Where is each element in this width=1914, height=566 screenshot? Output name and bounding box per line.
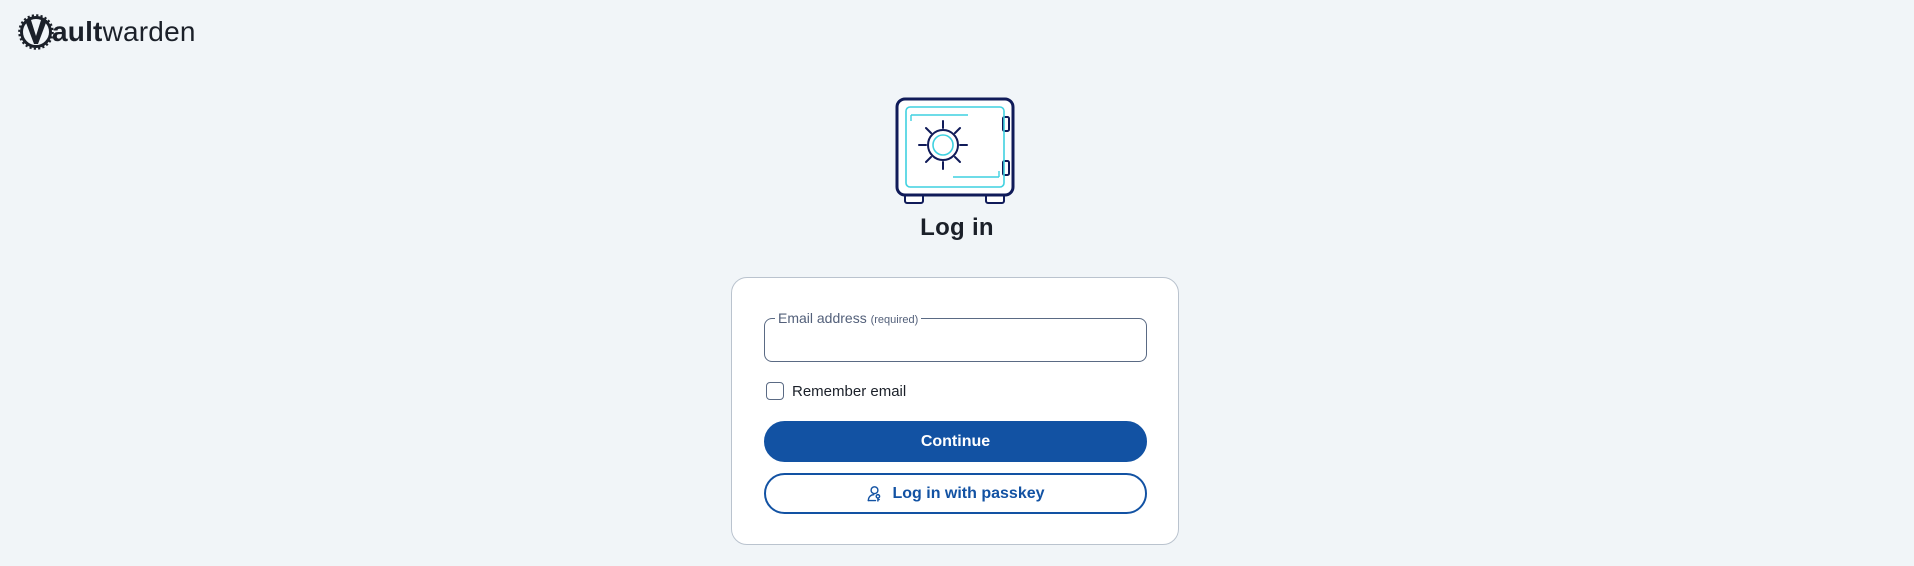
remember-email-checkbox[interactable] <box>766 382 784 400</box>
remember-email-row[interactable]: Remember email <box>766 381 906 401</box>
passkey-button-label: Log in with passkey <box>892 484 1045 502</box>
passkey-user-icon <box>868 486 881 502</box>
remember-email-label[interactable]: Remember email <box>792 383 906 400</box>
passkey-login-button[interactable]: Log in with passkey <box>764 473 1147 514</box>
continue-button[interactable]: Continue <box>764 421 1147 462</box>
continue-button-label: Continue <box>920 432 991 450</box>
brand-name-bold: ault <box>52 16 103 47</box>
brand-name-regular: warden <box>102 16 196 47</box>
login-page: aultwarden Log in Email address (require… <box>0 0 1914 566</box>
email-field-container: Email address (required) <box>764 309 1147 362</box>
brand-logo[interactable]: aultwarden <box>18 12 196 52</box>
email-input[interactable] <box>765 319 1146 361</box>
vaultwarden-logo-icon <box>18 14 54 50</box>
login-card: Email address (required) Remember email … <box>731 277 1179 545</box>
vault-safe-icon <box>895 97 1015 204</box>
page-title: Log in <box>920 214 994 241</box>
brand-name: aultwarden <box>52 18 196 46</box>
